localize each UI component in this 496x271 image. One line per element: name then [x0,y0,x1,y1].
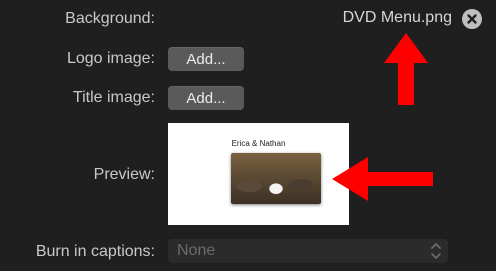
burn-in-captions-select[interactable]: None [168,239,448,263]
annotation-arrow-left [332,157,433,201]
clear-background-button[interactable] [462,9,482,29]
burn-in-captions-value: None [177,242,216,259]
x-circle-icon [467,14,477,24]
background-label: Background: [65,10,155,27]
add-title-image-button[interactable]: Add... [168,86,244,110]
add-logo-image-button[interactable]: Add... [168,47,244,71]
annotation-arrow-up [384,33,428,105]
dvd-settings-panel: Background: DVD Menu.png Logo image: Add… [0,0,496,271]
chevron-up-down-icon [431,243,441,259]
preview-label: Preview: [93,166,155,183]
logo-image-label: Logo image: [66,50,155,67]
title-image-label: Title image: [72,89,155,106]
menu-preview: Erica & Nathan [168,123,349,225]
background-filename: DVD Menu.png [342,9,452,26]
burn-in-captions-label: Burn in captions: [35,243,155,260]
preview-photo [231,153,321,204]
preview-title-text: Erica & Nathan [231,139,286,148]
